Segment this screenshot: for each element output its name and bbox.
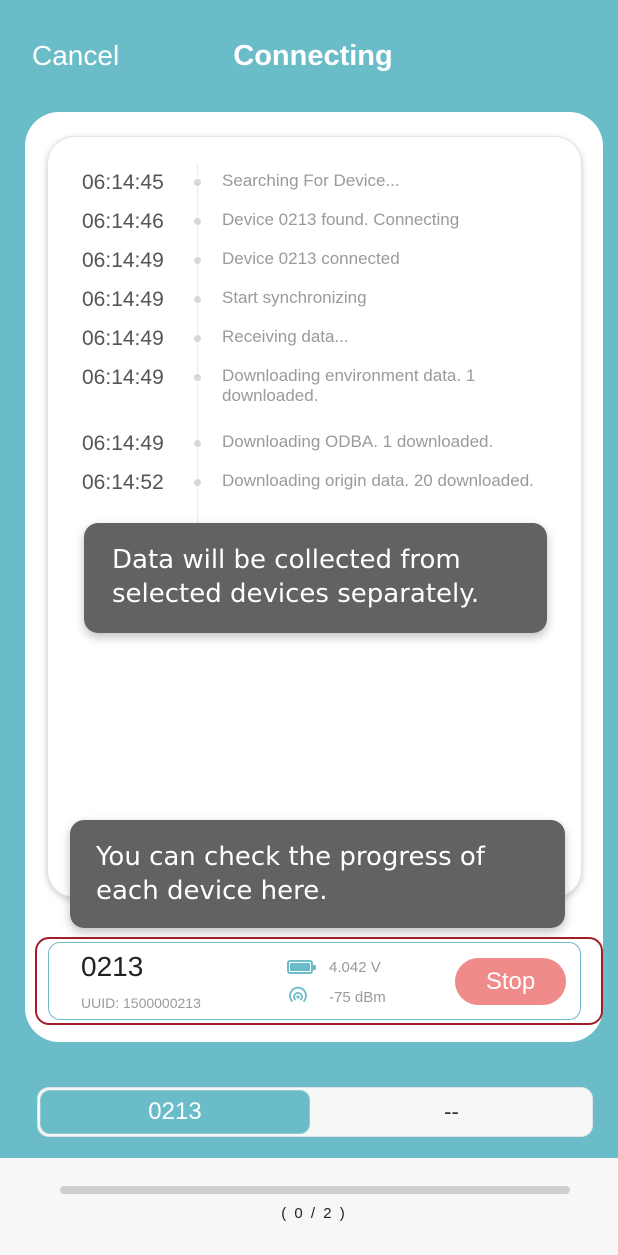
log-time: 06:14:49	[82, 288, 164, 311]
signal-icon	[289, 986, 307, 1002]
log-message: Downloading origin data. 20 downloaded.	[222, 471, 534, 490]
timeline-dot	[194, 440, 201, 447]
battery-voltage: 4.042 V	[329, 959, 381, 976]
page-title: Connecting	[233, 40, 393, 72]
collection-hint-tooltip: Data will be collected from selected dev…	[84, 523, 547, 633]
log-time: 06:14:49	[82, 432, 164, 455]
log-message: Receiving data...	[222, 327, 349, 346]
sync-log-panel[interactable]: 06:14:45 Searching For Device... 06:14:4…	[47, 136, 582, 898]
log-message: Downloading ODBA. 1 downloaded.	[222, 432, 494, 451]
log-time: 06:14:49	[82, 249, 164, 272]
log-message: Device 0213 found. Connecting	[222, 210, 460, 229]
timeline-dot	[194, 335, 201, 342]
device-tab-empty[interactable]: --	[313, 1090, 590, 1134]
log-time: 06:14:49	[82, 366, 164, 389]
battery-level-fill	[290, 963, 310, 971]
battery-tip	[313, 965, 316, 970]
timeline-dot	[194, 296, 201, 303]
device-card[interactable]: 0213 UUID: 1500000213 4.042 V -75 dBm St…	[48, 942, 581, 1020]
device-tab-switcher: 0213 --	[37, 1087, 593, 1137]
device-name: 0213	[81, 951, 144, 982]
log-time: 06:14:52	[82, 471, 164, 494]
progress-hint-tooltip: You can check the progress of each devic…	[70, 820, 565, 928]
timeline-dot	[194, 479, 201, 486]
log-message: Start synchronizing	[222, 288, 367, 307]
battery-icon	[287, 960, 316, 974]
device-tab-0213[interactable]: 0213	[40, 1090, 310, 1134]
timeline-dot	[194, 218, 201, 225]
log-message: Searching For Device...	[222, 171, 400, 190]
stop-button[interactable]: Stop	[455, 958, 566, 1005]
log-message: Device 0213 connected	[222, 249, 400, 268]
log-time: 06:14:49	[82, 327, 164, 350]
device-uuid: UUID: 1500000213	[81, 995, 201, 1011]
log-time: 06:14:45	[82, 171, 164, 194]
log-time: 06:14:46	[82, 210, 164, 233]
log-message: Downloading environment data. 1 download…	[222, 366, 476, 405]
overall-progress-bar	[60, 1186, 570, 1194]
timeline-dot	[194, 257, 201, 264]
timeline-dot	[194, 374, 201, 381]
timeline-dot	[194, 179, 201, 186]
overall-progress-label: ( 0 / 2 )	[281, 1205, 347, 1222]
signal-strength: -75 dBm	[329, 989, 386, 1006]
timeline-line	[197, 163, 198, 523]
